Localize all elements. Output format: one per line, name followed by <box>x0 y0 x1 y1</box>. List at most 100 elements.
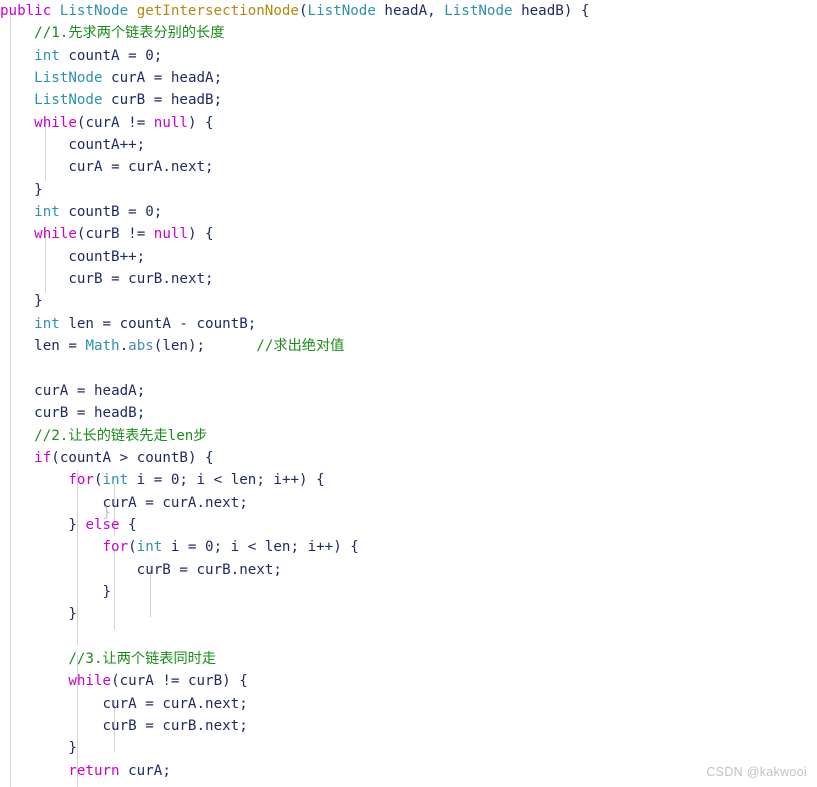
code-line[interactable]: len = Math.abs(len); //求出绝对值 <box>0 335 817 357</box>
token-id: len <box>264 539 291 556</box>
token-typ: int <box>34 315 60 332</box>
token-id: countA <box>68 137 120 154</box>
token-id: curA <box>85 114 129 131</box>
code-line[interactable]: //2.让长的链表先走len步 <box>0 425 817 447</box>
token-id: headB <box>93 405 137 422</box>
code-line[interactable]: } <box>0 179 817 201</box>
code-line[interactable]: curB = curB.next; <box>0 715 817 737</box>
code-line[interactable]: curB = headB; <box>0 402 817 424</box>
code-line[interactable] <box>0 626 817 648</box>
code-line[interactable]: curA = headA; <box>0 380 817 402</box>
token-pun: = <box>68 338 86 355</box>
code-line[interactable]: } curA = curA.next; <box>0 492 817 521</box>
code-line[interactable]: while(curA != curB) { <box>0 670 817 692</box>
code-line[interactable]: return curA; <box>0 760 817 782</box>
code-line[interactable]: //3.让两个链表同时走 <box>0 648 817 670</box>
token-id: i <box>196 472 214 489</box>
token-id: curB <box>85 226 129 243</box>
code-line[interactable]: countA++; <box>0 134 817 156</box>
token-pun: ++; <box>119 137 146 154</box>
token-pun: ; <box>162 762 171 779</box>
token-pun: < <box>213 472 231 489</box>
token-id: countB <box>136 449 188 466</box>
code-line[interactable]: for(int i = 0; i < len; i++) { <box>0 536 817 558</box>
code-line[interactable]: } <box>0 737 817 759</box>
code-line[interactable]: curB = curB.next; <box>0 559 817 581</box>
code-block[interactable]: public ListNode getIntersectionNode(List… <box>0 0 817 782</box>
token-pun: ++) { <box>281 472 325 489</box>
token-pun: } <box>102 583 112 600</box>
token-id: curB <box>102 718 146 734</box>
token-pun: = <box>102 315 120 332</box>
token-pun: < <box>247 539 265 556</box>
token-pun: ) { <box>187 114 214 131</box>
token-kw: null <box>153 114 188 131</box>
token-pun: = <box>76 405 94 422</box>
token-id: headB <box>170 92 214 109</box>
token-pun: ; <box>213 539 231 556</box>
token-mth: abs <box>128 338 154 355</box>
code-line[interactable]: } <box>0 603 817 625</box>
token-pun: = <box>187 539 206 556</box>
token-kw: while <box>68 673 112 690</box>
code-line[interactable]: while(curA != null) { <box>0 112 817 134</box>
code-line[interactable]: int countA = 0; <box>0 45 817 67</box>
token-fn: getIntersectionNode <box>136 3 299 19</box>
token-kw: null <box>153 226 188 243</box>
token-pun: . <box>162 271 171 288</box>
token-pun: != <box>128 114 154 131</box>
code-line[interactable]: if(countA > countB) { <box>0 447 817 469</box>
code-line[interactable]: } <box>0 290 817 312</box>
code-line[interactable]: ListNode curA = headA; <box>0 67 817 89</box>
token-id: curB <box>34 405 77 422</box>
code-line[interactable]: } else { <box>0 514 817 536</box>
token-pun: } <box>68 516 86 533</box>
token-pun: . <box>119 338 129 355</box>
token-pun: . <box>162 159 171 176</box>
token-pun: ) { <box>187 226 214 243</box>
code-line[interactable]: //1.先求两个链表分别的长度 <box>0 22 817 44</box>
code-line[interactable]: curA = curA.next; <box>0 693 817 715</box>
token-id: next <box>170 159 206 176</box>
code-line[interactable]: curA = curA.next; <box>0 156 817 178</box>
code-line[interactable]: curB = curB.next; <box>0 268 817 290</box>
token-typ: int <box>34 204 60 221</box>
code-line[interactable] <box>0 358 817 380</box>
token-id: countA <box>59 449 120 466</box>
token-pun: } <box>68 606 77 623</box>
token-id: curA <box>119 673 163 690</box>
token-id: next <box>170 271 206 288</box>
csdn-watermark: CSDN @kakwooi <box>706 765 807 779</box>
token-typ: int <box>102 472 129 489</box>
code-line[interactable]: int countB = 0; <box>0 201 817 223</box>
token-id: len <box>34 338 69 355</box>
token-pun: ; <box>205 159 214 176</box>
code-line[interactable]: for(int i = 0; i < len; i++) { <box>0 469 817 491</box>
token-id: curA <box>102 695 146 712</box>
code-line[interactable]: } <box>0 581 817 603</box>
code-line[interactable]: while(curB != null) { <box>0 223 817 245</box>
code-line[interactable]: countB++; <box>0 246 817 268</box>
code-line[interactable]: int len = countA - countB; <box>0 313 817 335</box>
token-pun: > <box>119 449 137 466</box>
code-line[interactable]: ListNode curB = headB; <box>0 89 817 111</box>
code-line[interactable]: public ListNode getIntersectionNode(List… <box>0 0 817 22</box>
token-pun: = <box>153 70 171 87</box>
token-pun: != <box>128 226 154 243</box>
token-pun: ; <box>136 405 146 422</box>
token-id: curB <box>128 271 163 288</box>
token-pun: ; <box>153 204 163 221</box>
token-pun: ; <box>247 315 257 332</box>
token-kw: if <box>34 449 52 466</box>
token-id: i <box>162 539 188 556</box>
token-id: len <box>230 472 257 489</box>
token-pun: = <box>128 204 146 221</box>
